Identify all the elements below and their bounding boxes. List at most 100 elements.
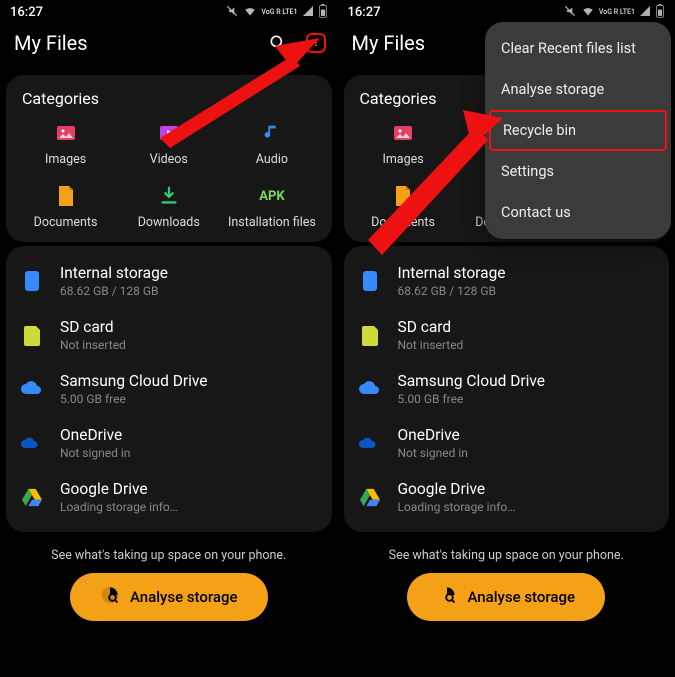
page-title: My Files: [14, 31, 268, 55]
storage-sd[interactable]: SD card Not inserted: [12, 308, 326, 362]
net-label: VoG R LTE1: [599, 9, 635, 16]
storage-sub: 68.62 GB / 128 GB: [60, 284, 168, 298]
menu-recycle-bin[interactable]: Recycle bin: [489, 110, 667, 151]
mute-icon: [225, 4, 239, 21]
sd-card-icon: [356, 321, 384, 349]
images-icon: [390, 120, 416, 146]
storage-sub: Not inserted: [398, 338, 464, 352]
statusbar: 16:27 VoG R LTE1: [0, 0, 338, 23]
wifi-icon: [243, 4, 257, 21]
storage-internal[interactable]: Internal storage 68.62 GB / 128 GB: [350, 254, 664, 308]
storage-sub: Not inserted: [60, 338, 126, 352]
storage-sub: Not signed in: [60, 446, 130, 460]
internal-storage-icon: [18, 267, 46, 295]
status-time: 16:27: [348, 5, 381, 20]
app-header: My Files: [0, 23, 338, 71]
apk-icon: APK: [259, 183, 285, 209]
category-downloads[interactable]: Downloads: [117, 183, 220, 230]
documents-icon: [390, 183, 416, 209]
storage-title: OneDrive: [60, 426, 130, 444]
storage-title: SD card: [398, 318, 464, 336]
google-drive-icon: [356, 483, 384, 511]
category-documents[interactable]: Documents: [352, 183, 455, 230]
menu-contact-us[interactable]: Contact us: [485, 192, 671, 233]
signal-icon: [639, 5, 651, 20]
storage-sub: 5.00 GB free: [398, 392, 546, 406]
category-label: Downloads: [138, 215, 200, 230]
status-icons: VoG R LTE1: [563, 4, 665, 21]
analyse-icon: [437, 585, 457, 609]
mute-icon: [563, 4, 577, 21]
samsung-cloud-icon: [356, 375, 384, 403]
documents-icon: [53, 183, 79, 209]
battery-icon: [655, 4, 665, 21]
analyse-storage-button[interactable]: Analyse storage: [70, 573, 268, 621]
onedrive-icon: [18, 429, 46, 457]
storage-onedrive[interactable]: OneDrive Not signed in: [12, 416, 326, 470]
storage-internal[interactable]: Internal storage 68.62 GB / 128 GB: [12, 254, 326, 308]
storage-sub: Loading storage info…: [60, 500, 178, 514]
storage-sub: Not signed in: [398, 446, 468, 460]
samsung-cloud-icon: [18, 375, 46, 403]
phone-left: 16:27 VoG R LTE1 My Files: [0, 0, 338, 677]
storage-sub: 5.00 GB free: [60, 392, 208, 406]
analyse-label: Analyse storage: [467, 588, 575, 606]
storage-title: Google Drive: [398, 480, 516, 498]
menu-analyse-storage[interactable]: Analyse storage: [485, 69, 671, 110]
storage-title: SD card: [60, 318, 126, 336]
google-drive-icon: [18, 483, 46, 511]
storage-title: Google Drive: [60, 480, 178, 498]
search-button[interactable]: [268, 33, 288, 53]
storage-sub: 68.62 GB / 128 GB: [398, 284, 506, 298]
internal-storage-icon: [356, 267, 384, 295]
storage-onedrive[interactable]: OneDrive Not signed in: [350, 416, 664, 470]
category-label: Documents: [371, 215, 435, 230]
category-images[interactable]: Images: [14, 120, 117, 167]
videos-icon: [156, 120, 182, 146]
net-label: VoG R LTE1: [261, 9, 297, 16]
category-videos[interactable]: Videos: [117, 120, 220, 167]
storage-title: OneDrive: [398, 426, 468, 444]
status-time: 16:27: [10, 5, 43, 20]
category-images[interactable]: Images: [352, 120, 455, 167]
analyse-label: Analyse storage: [130, 588, 238, 606]
storage-google-drive[interactable]: Google Drive Loading storage info…: [12, 470, 326, 524]
analyse-icon: [100, 585, 120, 609]
storage-sub: Loading storage info…: [398, 500, 516, 514]
storage-card: Internal storage 68.62 GB / 128 GB SD ca…: [344, 246, 670, 532]
storage-samsung-cloud[interactable]: Samsung Cloud Drive 5.00 GB free: [350, 362, 664, 416]
menu-settings[interactable]: Settings: [485, 151, 671, 192]
storage-sd[interactable]: SD card Not inserted: [350, 308, 664, 362]
phone-right: 16:27 VoG R LTE1 My Files Categories: [338, 0, 675, 677]
storage-card: Internal storage 68.62 GB / 128 GB SD ca…: [6, 246, 332, 532]
category-label: Audio: [256, 152, 288, 167]
storage-title: Internal storage: [60, 264, 168, 282]
statusbar: 16:27 VoG R LTE1: [338, 0, 675, 23]
analyse-storage-button[interactable]: Analyse storage: [407, 573, 605, 621]
more-options-button[interactable]: [306, 33, 326, 53]
storage-title: Internal storage: [398, 264, 506, 282]
storage-title: Samsung Cloud Drive: [60, 372, 208, 390]
categories-title: Categories: [14, 87, 324, 120]
category-documents[interactable]: Documents: [14, 183, 117, 230]
storage-samsung-cloud[interactable]: Samsung Cloud Drive 5.00 GB free: [12, 362, 326, 416]
overflow-menu: Clear Recent files list Analyse storage …: [485, 22, 671, 239]
audio-icon: [259, 120, 285, 146]
category-label: Documents: [34, 215, 98, 230]
battery-icon: [318, 4, 328, 21]
category-label: Images: [45, 152, 86, 167]
downloads-icon: [156, 183, 182, 209]
hint-text: See what's taking up space on your phone…: [0, 548, 338, 563]
menu-clear-recent[interactable]: Clear Recent files list: [485, 28, 671, 69]
category-label: Installation files: [228, 215, 316, 230]
categories-card: Categories Images Videos Audio: [6, 75, 332, 242]
storage-google-drive[interactable]: Google Drive Loading storage info…: [350, 470, 664, 524]
category-installation-files[interactable]: APK Installation files: [220, 183, 323, 230]
storage-title: Samsung Cloud Drive: [398, 372, 546, 390]
category-label: Videos: [150, 152, 188, 167]
wifi-icon: [581, 4, 595, 21]
images-icon: [53, 120, 79, 146]
status-icons: VoG R LTE1: [225, 4, 327, 21]
category-audio[interactable]: Audio: [220, 120, 323, 167]
onedrive-icon: [356, 429, 384, 457]
